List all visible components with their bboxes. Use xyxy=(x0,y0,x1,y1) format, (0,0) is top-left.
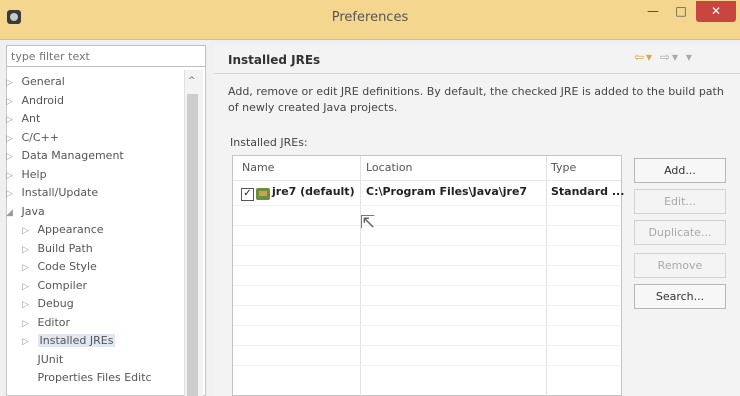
expand-arrow-icon[interactable]: ▷ xyxy=(6,111,18,129)
expand-arrow-icon[interactable]: ▷ xyxy=(22,278,34,296)
collapse-arrow-icon[interactable]: ◢ xyxy=(6,204,18,222)
row-divider xyxy=(233,245,621,246)
expand-arrow-icon[interactable]: ▷ xyxy=(22,296,34,314)
jre-name-cell[interactable]: jre7 (default) xyxy=(272,185,355,198)
scroll-up-icon[interactable]: ^ xyxy=(188,76,196,86)
edit-button[interactable]: Edit... xyxy=(634,189,726,214)
default-jre-checkbox[interactable]: ✓ xyxy=(241,188,254,201)
tree-item-android[interactable]: ▷ Android xyxy=(6,92,184,111)
tree-item-label: Compiler xyxy=(37,278,88,292)
page-title: Installed JREs xyxy=(228,53,321,67)
row-divider xyxy=(233,345,621,346)
tree-item-c-cpp[interactable]: ▷ C/C++ xyxy=(6,129,184,148)
tree-item-general[interactable]: ▷ General xyxy=(6,73,184,92)
jre-library-icon xyxy=(256,188,270,200)
tree-item-java[interactable]: ◢ Java xyxy=(6,203,184,222)
tree-item-build-path[interactable]: ▷ Build Path xyxy=(6,240,184,259)
expand-arrow-icon[interactable]: ▷ xyxy=(6,167,18,185)
row-divider xyxy=(233,365,621,366)
tree-item-help[interactable]: ▷ Help xyxy=(6,166,184,185)
tree-item-ant[interactable]: ▷ Ant xyxy=(6,110,184,129)
tree-item-label: Ant xyxy=(21,112,41,125)
tree-item-label: Appearance xyxy=(37,223,104,236)
minimize-button[interactable]: — xyxy=(640,1,666,22)
tree-item-label: Data Management xyxy=(21,149,124,162)
tree-item-label: C/C++ xyxy=(21,130,60,144)
expand-arrow-icon[interactable]: ▷ xyxy=(22,315,34,333)
installed-jres-label: Installed JREs: xyxy=(230,136,308,149)
title-separator xyxy=(214,73,740,74)
row-divider xyxy=(233,305,621,306)
search-button[interactable]: Search... xyxy=(634,284,726,309)
tree-item-debug[interactable]: ▷ Debug xyxy=(6,295,184,314)
tree-item-label: Properties Files Editc xyxy=(37,371,152,384)
tree-item-editor[interactable]: ▷ Editor xyxy=(6,314,184,333)
row-divider xyxy=(233,285,621,286)
row-divider xyxy=(233,225,621,226)
tree-item-label: Debug xyxy=(37,297,74,310)
column-header-location[interactable]: Location xyxy=(366,161,413,174)
tree-item-label: Build Path xyxy=(37,241,93,255)
jre-location-cell[interactable]: C:\Program Files\Java\jre7 xyxy=(366,185,527,198)
column-header-name[interactable]: Name xyxy=(242,161,274,174)
close-button[interactable]: ✕ xyxy=(696,1,736,22)
expand-arrow-icon[interactable]: ▷ xyxy=(6,185,18,203)
window-title: Preferences xyxy=(331,10,409,25)
tree-item-junit[interactable]: JUnit xyxy=(6,351,184,370)
preferences-tree: ▷ General ▷ Android ▷ Ant ▷ C/C++ ▷ Data… xyxy=(6,73,184,388)
tree-item-label: Editor xyxy=(37,315,71,329)
history-navigation: ⇦▾ ⇨▾ ▾ xyxy=(634,50,694,64)
title-bar: Preferences — □ ✕ xyxy=(0,0,740,40)
row-divider xyxy=(233,205,621,206)
expand-arrow-icon[interactable]: ▷ xyxy=(22,259,34,277)
tree-item-properties-files-editor[interactable]: Properties Files Editc xyxy=(6,369,184,388)
maximize-button[interactable]: □ xyxy=(668,1,694,22)
tree-scrollbar-thumb[interactable] xyxy=(187,94,198,396)
view-menu-icon[interactable]: ▾ xyxy=(686,50,694,64)
tree-item-appearance[interactable]: ▷ Appearance xyxy=(6,221,184,240)
duplicate-button[interactable]: Duplicate... xyxy=(634,220,726,245)
tree-item-install-update[interactable]: ▷ Install/Update xyxy=(6,184,184,203)
jre-type-cell[interactable]: Standard ... xyxy=(551,185,624,198)
header-divider xyxy=(233,180,621,181)
row-divider xyxy=(233,325,621,326)
column-divider xyxy=(546,156,547,396)
tree-item-label: Install/Update xyxy=(21,186,99,199)
page-description: Add, remove or edit JRE definitions. By … xyxy=(228,85,724,114)
tree-item-installed-jres[interactable]: ▷ Installed JREs xyxy=(6,332,184,351)
tree-item-label: Installed JREs xyxy=(37,334,116,347)
tree-item-compiler[interactable]: ▷ Compiler xyxy=(6,277,184,296)
tree-item-label: JUnit xyxy=(37,352,64,366)
expand-arrow-icon[interactable]: ▷ xyxy=(22,241,34,259)
tree-item-label: Java xyxy=(21,204,45,218)
tree-item-label: Android xyxy=(21,93,65,107)
tree-item-label: General xyxy=(21,75,65,88)
expand-arrow-icon[interactable]: ▷ xyxy=(6,130,18,148)
tree-item-label: Code Style xyxy=(37,260,97,273)
column-header-type[interactable]: Type xyxy=(551,161,576,174)
tree-item-code-style[interactable]: ▷ Code Style xyxy=(6,258,184,277)
remove-button[interactable]: Remove xyxy=(634,253,726,278)
row-divider xyxy=(233,265,621,266)
tree-item-label: Help xyxy=(21,167,47,181)
forward-arrow-icon[interactable]: ⇨▾ xyxy=(660,50,680,64)
expand-arrow-icon[interactable]: ▷ xyxy=(22,222,34,240)
expand-arrow-icon[interactable]: ▷ xyxy=(22,333,34,351)
mouse-cursor-icon: ⇱ xyxy=(360,212,376,233)
back-arrow-icon[interactable]: ⇦▾ xyxy=(634,50,654,64)
expand-arrow-icon[interactable]: ▷ xyxy=(6,93,18,111)
column-divider xyxy=(360,156,361,396)
expand-arrow-icon[interactable]: ▷ xyxy=(6,148,18,166)
filter-input[interactable] xyxy=(6,45,206,67)
expand-arrow-icon[interactable]: ▷ xyxy=(6,74,18,92)
add-button[interactable]: Add... xyxy=(634,158,726,183)
tree-item-data-management[interactable]: ▷ Data Management xyxy=(6,147,184,166)
